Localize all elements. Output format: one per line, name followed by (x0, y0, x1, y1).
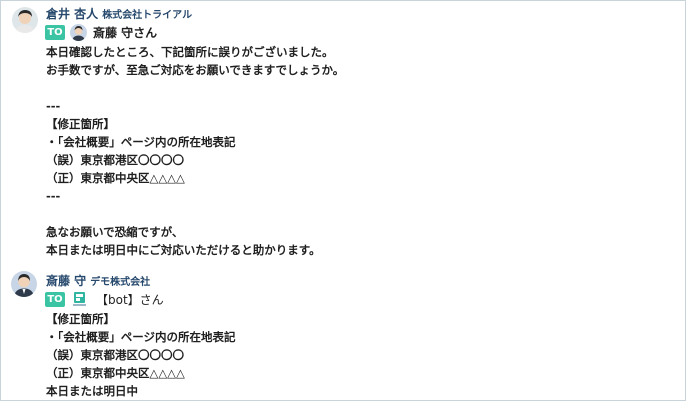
message-line: --- (46, 99, 61, 113)
to-name: 【bot】さん (96, 292, 164, 307)
sender-avatar-kurai[interactable] (12, 7, 38, 33)
message-line: ・「会社概要」ページ内の所在地表記 (46, 135, 236, 149)
message-line: 急なお願いで恐縮ですが、 (46, 225, 184, 239)
sender-org: デモ株式会社 (90, 277, 151, 288)
sender-avatar-saito[interactable] (11, 271, 37, 297)
chat-timeline: 倉井 杏人 株式会社トライアル TO 斎藤 守さん 本日確認したところ、下記箇所に… (0, 0, 686, 401)
message-body: 本日確認したところ、下記箇所に誤りがございました。 お手数ですが、至急ご対応をお… (46, 43, 344, 259)
sender-name: 斎藤 守 (46, 274, 87, 288)
message-sender[interactable]: 倉井 杏人 株式会社トライアル (46, 5, 192, 22)
message-line (46, 79, 344, 97)
message-sender[interactable]: 斎藤 守デモ株式会社 (46, 272, 150, 289)
message-line: （誤）東京都港区〇〇〇〇 (46, 153, 184, 167)
message-line: 本日または明日中 (46, 384, 138, 398)
message-line: （正）東京都中央区△△△△ (46, 171, 185, 185)
message-body: 【修正箇所】 ・「会社概要」ページ内の所在地表記 （誤）東京都港区〇〇〇〇 （正… (46, 310, 236, 400)
bot-icon (71, 291, 88, 308)
sender-org: 株式会社トライアル (102, 10, 193, 21)
message-line: --- (46, 189, 61, 203)
message-line: （正）東京都中央区△△△△ (46, 366, 185, 380)
sender-name: 倉井 杏人 (46, 7, 99, 21)
message-line: 【修正箇所】 (46, 117, 115, 131)
message-line: お手数ですが、至急ご対応をお願いできますでしょうか。 (46, 63, 345, 77)
message-line: ・「会社概要」ページ内の所在地表記 (46, 330, 236, 344)
to-mention: TO 【bot】さん (45, 290, 164, 308)
to-mention: TO 斎藤 守さん (45, 23, 157, 41)
message-line: 本日確認したところ、下記箇所に誤りがございました。 (46, 45, 334, 59)
user-avatar-icon (70, 23, 87, 41)
message-line (46, 205, 344, 223)
message-line: 【修正箇所】 (46, 312, 115, 326)
to-badge: TO (45, 291, 65, 307)
to-name: 斎藤 守さん (93, 25, 158, 40)
message-line: 本日または明日中にご対応いただけると助かります。 (46, 243, 321, 257)
to-badge: TO (45, 24, 65, 40)
message-line: （誤）東京都港区〇〇〇〇 (46, 348, 184, 362)
